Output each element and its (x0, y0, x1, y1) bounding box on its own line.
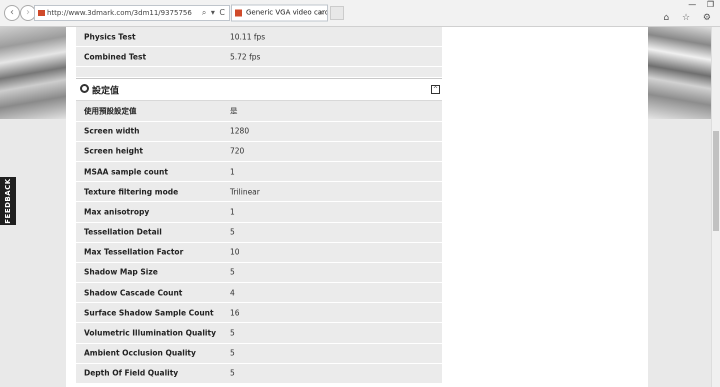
setting-key: Shadow Map Size (84, 267, 158, 277)
left-rock-image (0, 27, 66, 119)
settings-row: Shadow Map Size 5 (76, 262, 442, 284)
new-tab-button[interactable] (330, 6, 344, 20)
setting-value: 5 (230, 328, 235, 338)
settings-row: Tessellation Detail 5 (76, 222, 442, 243)
setting-value: 5 (230, 368, 235, 378)
setting-key: Texture filtering mode (84, 187, 179, 197)
setting-value: 1 (230, 167, 235, 177)
main-content: Physics Test 10.11 fps Combined Test 5.7… (66, 27, 648, 387)
setting-key: Max anisotropy (84, 207, 150, 217)
browser-toolbar: ‹ › http://www.3dmark.com/3dm11/9375756 … (0, 0, 720, 27)
settings-section-header[interactable]: 設定值 ^ (76, 78, 442, 102)
result-key: Physics Test (84, 32, 136, 42)
settings-row: Screen width 1280 (76, 121, 442, 142)
tab-favicon-icon (235, 9, 242, 17)
page-scrollbar[interactable] (711, 27, 720, 387)
right-background-art (648, 27, 711, 387)
setting-value: 720 (230, 146, 245, 156)
setting-value: 1280 (230, 126, 250, 136)
address-text: http://www.3dmark.com/3dm11/9375756 (47, 9, 192, 17)
settings-row: MSAA sample count 1 (76, 161, 442, 183)
result-row: Physics Test 10.11 fps (76, 27, 442, 48)
settings-row: Screen height 720 (76, 141, 442, 162)
address-bar[interactable]: http://www.3dmark.com/3dm11/9375756 ⌕ ▾ … (34, 5, 230, 21)
site-favicon-icon (38, 10, 45, 16)
settings-row: Shadow Cascade Count 4 (76, 283, 442, 304)
result-value: 5.72 fps (230, 52, 261, 62)
setting-value: 是 (230, 106, 238, 116)
feedback-label: FEEDBACK (4, 178, 12, 224)
row-spacer (76, 67, 442, 79)
settings-row: Ambient Occlusion Quality 5 (76, 343, 442, 364)
back-button[interactable]: ‹ (4, 5, 20, 21)
settings-row: Max Tessellation Factor 10 (76, 242, 442, 263)
address-controls[interactable]: ⌕ ▾ C (202, 6, 226, 20)
settings-row: Surface Shadow Sample Count 16 (76, 303, 442, 324)
setting-key: Depth Of Field Quality (84, 368, 179, 378)
setting-key: Shadow Cascade Count (84, 288, 183, 298)
setting-key: Tessellation Detail (84, 227, 162, 237)
setting-value: 5 (230, 267, 235, 277)
setting-key: Screen width (84, 126, 140, 136)
settings-row: Depth Of Field Quality 5 (76, 363, 442, 384)
setting-value: 4 (230, 288, 235, 298)
result-row: Combined Test 5.72 fps (76, 47, 442, 68)
scrollbar-thumb[interactable] (713, 131, 719, 231)
tab-title: Generic VGA video card b... (246, 8, 328, 17)
setting-key: 使用預設設定值 (84, 106, 137, 116)
setting-key: Ambient Occlusion Quality (84, 348, 196, 358)
setting-key: MSAA sample count (84, 167, 168, 177)
result-key: Combined Test (84, 52, 147, 62)
setting-value: 5 (230, 348, 235, 358)
settings-title: 設定值 (92, 86, 120, 97)
setting-value: Trilinear (230, 187, 260, 197)
settings-row: Volumetric Illumination Quality 5 (76, 323, 442, 344)
setting-key: Surface Shadow Sample Count (84, 308, 214, 318)
window-controls[interactable]: — ❐ (688, 0, 718, 10)
browser-tools-icons[interactable]: ⌂ ☆ ⚙ (663, 13, 716, 23)
feedback-tab[interactable]: FEEDBACK (0, 177, 16, 225)
result-value: 10.11 fps (230, 32, 266, 42)
setting-key: Max Tessellation Factor (84, 247, 184, 257)
setting-value: 5 (230, 227, 235, 237)
collapse-icon[interactable]: ^ (431, 85, 440, 95)
settings-row: 使用預設設定值 是 (76, 101, 442, 122)
setting-key: Volumetric Illumination Quality (84, 328, 216, 338)
setting-value: 16 (230, 308, 240, 318)
settings-row: Texture filtering mode Trilinear (76, 182, 442, 203)
right-rock-image (648, 27, 711, 119)
gear-icon (80, 84, 89, 94)
settings-table: 使用預設設定值 是 Screen width 1280 Screen height 720… (76, 101, 442, 384)
setting-key: Screen height (84, 146, 143, 156)
settings-row: Max anisotropy 1 (76, 202, 442, 223)
browser-tab[interactable]: Generic VGA video card b... × (231, 4, 328, 22)
tab-close-icon[interactable]: × (318, 6, 324, 21)
results-panel: Physics Test 10.11 fps Combined Test 5.7… (76, 27, 442, 384)
setting-value: 10 (230, 247, 240, 257)
setting-value: 1 (230, 207, 235, 217)
